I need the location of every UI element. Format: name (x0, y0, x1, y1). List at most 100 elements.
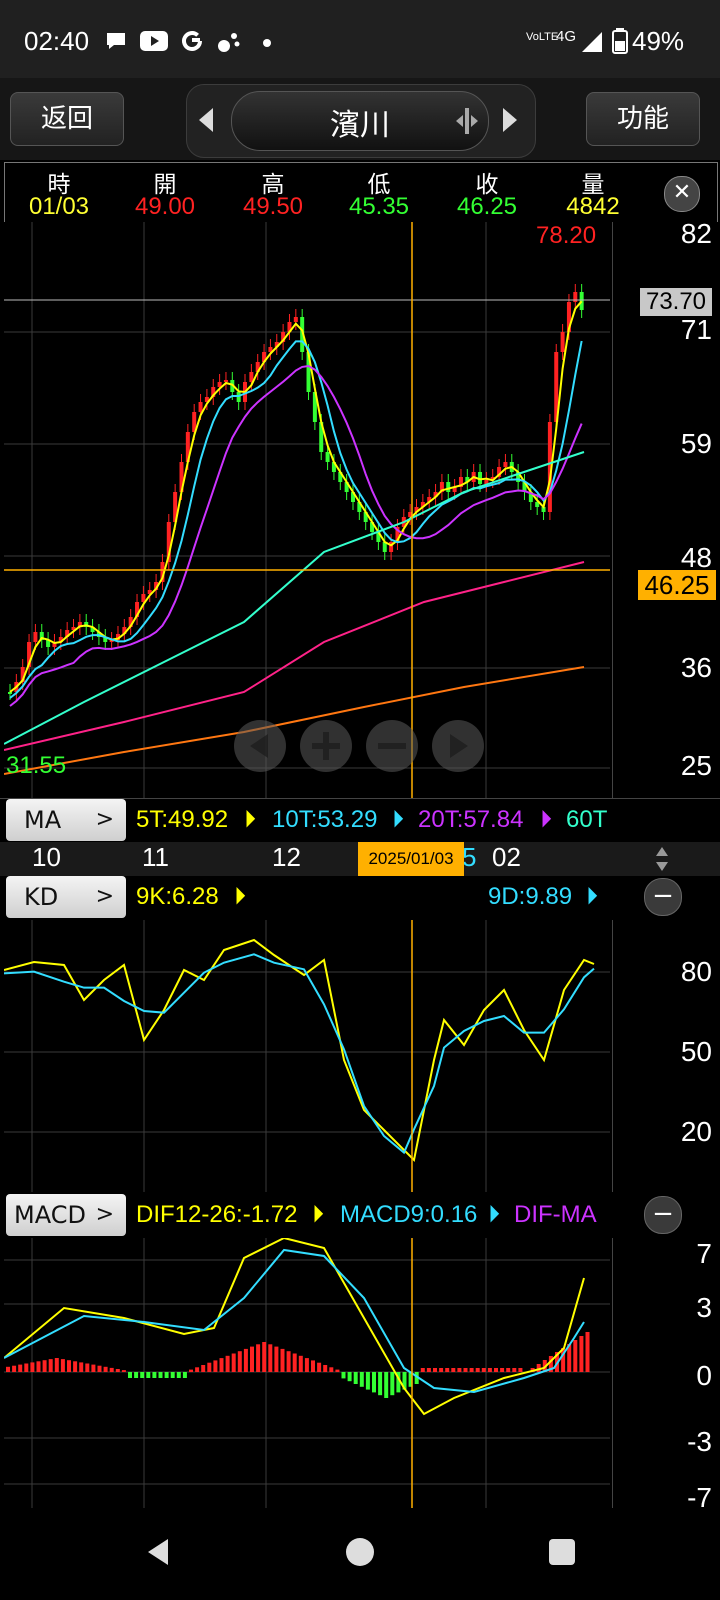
triangle-right-icon (450, 734, 468, 758)
close-quote-button[interactable]: ✕ (664, 176, 700, 212)
home-nav-icon[interactable] (344, 1536, 376, 1568)
dif-line (4, 1238, 585, 1416)
price-chart-canvas[interactable] (4, 222, 610, 798)
time-axis[interactable]: 10 11 12 5 02 2025/01/03 (0, 842, 720, 876)
ma10-value: 10T:53.29 (272, 806, 378, 833)
kd-selector-button[interactable]: KD > (6, 876, 126, 918)
price-y-label: 59 (680, 428, 712, 459)
macd-histogram-bar (103, 1366, 108, 1372)
macd-histogram-bar (506, 1368, 511, 1372)
recents-nav-icon[interactable] (548, 1538, 576, 1566)
macd-histogram-bar (268, 1344, 273, 1372)
macd-histogram-bar (286, 1351, 291, 1372)
split-arrows-icon (456, 108, 478, 134)
macd-y-label: 3 (696, 1292, 712, 1323)
macd-chart-canvas[interactable] (4, 1238, 610, 1508)
month-label: 12 (272, 842, 301, 872)
dif-ma-value: DIF-MA (514, 1201, 597, 1228)
d-line (4, 953, 595, 1155)
macd-histogram-bar (475, 1368, 480, 1372)
k-line (4, 938, 595, 1163)
macd-histogram-bar (24, 1363, 29, 1372)
macd-histogram-bar (6, 1366, 10, 1372)
scroll-left-button[interactable] (234, 720, 286, 772)
macd-histogram-bar (390, 1372, 395, 1396)
macd-histogram-bar (243, 1348, 248, 1372)
stock-title: 濱川 (330, 108, 390, 143)
macd-histogram-bar (231, 1353, 236, 1372)
macd-histogram-bar (341, 1372, 346, 1379)
ma60-value: 60T (566, 806, 608, 833)
macd-histogram-bar (128, 1372, 132, 1378)
month-label: 02 (492, 842, 521, 872)
remove-kd-button[interactable]: − (644, 878, 682, 916)
macd-histogram-bar (494, 1368, 498, 1372)
back-nav-icon[interactable] (144, 1536, 172, 1568)
macd-histogram-bar (73, 1361, 78, 1372)
remove-macd-button[interactable]: − (644, 1196, 682, 1234)
caret-icon: ⏵ (234, 883, 246, 910)
macd-histogram-bar (512, 1368, 517, 1372)
macd-histogram-bar (134, 1372, 139, 1378)
macd-histogram-bar (97, 1365, 102, 1372)
macd-selector-button[interactable]: MACD > (6, 1194, 126, 1236)
kd-y-label: 50 (680, 1036, 712, 1067)
signal-icon (582, 32, 602, 52)
macd-histogram-bar (573, 1340, 578, 1372)
kd-y-label: 80 (680, 956, 712, 987)
network-type: 4G (556, 28, 577, 45)
macd-histogram-bar (335, 1369, 340, 1372)
candle-body (325, 452, 330, 462)
quote-header: 時 開 高 低 收 量 01/03 49.00 49.50 45.35 46.2… (4, 162, 718, 223)
chevron-right-icon: > (95, 1202, 114, 1227)
macd-histogram-bar (585, 1332, 590, 1372)
prev-stock-icon[interactable] (197, 107, 215, 133)
macd-histogram-bar (500, 1368, 505, 1372)
battery-icon (612, 28, 628, 54)
candle-body (223, 380, 228, 382)
zoom-in-button[interactable] (300, 720, 352, 772)
back-button[interactable]: 返回 (10, 92, 124, 146)
kd-panel: KD > 9K:6.28 ⏵ 9D:9.89 ⏵ − 80 50 20 (0, 876, 720, 1194)
resize-arrows-icon[interactable] (654, 846, 670, 872)
scroll-right-button[interactable] (432, 720, 484, 772)
stock-title-pill[interactable]: 濱川 (231, 91, 489, 151)
triangle-left-icon (250, 734, 268, 758)
ma-selector-button[interactable]: MA > (6, 799, 126, 841)
kd-chart-canvas[interactable] (4, 920, 610, 1192)
candle-body (560, 332, 565, 352)
macd-histogram-bar (36, 1361, 41, 1372)
price-chart-panel[interactable]: 82 71 59 48 36 25 78.20 31.55 73.70 46.2… (0, 218, 720, 798)
ma-indicator-bar: MA > 5T:49.92 ⏵ 10T:53.29 ⏵ 20T:57.84 ⏵ … (0, 798, 720, 843)
youtube-icon (140, 31, 168, 51)
macd-histogram-bar (237, 1351, 242, 1372)
ma5-value: 5T:49.92 (136, 806, 229, 833)
macd9-value: MACD9:0.16 (340, 1201, 478, 1228)
month-label: 11 (142, 842, 169, 872)
minus-icon: − (652, 1199, 674, 1229)
macd-histogram-bar (91, 1364, 96, 1372)
macd-histogram-bar (195, 1367, 200, 1372)
macd-histogram-bar (170, 1372, 175, 1378)
battery-percent: 49% (632, 26, 685, 56)
kd-y-label: 20 (680, 1116, 712, 1147)
zoom-out-button[interactable] (366, 720, 418, 772)
d-value: 9D:9.89 (488, 883, 573, 910)
crosshair-price-tag: 46.25 (638, 570, 716, 600)
ma20-line (9, 364, 583, 707)
macd-histogram-bar (518, 1368, 523, 1372)
next-stock-icon[interactable] (501, 107, 519, 133)
caret-icon: ⏵ (540, 806, 552, 833)
status-bar: 02:40 VoLTE 4G 49% (0, 0, 720, 78)
status-time: 02:40 (24, 26, 90, 56)
macd-histogram-bar (359, 1372, 364, 1387)
macd-histogram-bar (158, 1372, 163, 1378)
macd-histogram-bar (207, 1362, 212, 1372)
dot-icon (263, 39, 271, 47)
macd-histogram-bar (48, 1359, 53, 1372)
price-y-label: 82 (680, 218, 712, 249)
macd-histogram-bar (451, 1368, 456, 1372)
macd-histogram-bar (201, 1365, 206, 1372)
ma20-value: 20T:57.84 (418, 806, 524, 833)
function-button[interactable]: 功能 (586, 92, 700, 146)
